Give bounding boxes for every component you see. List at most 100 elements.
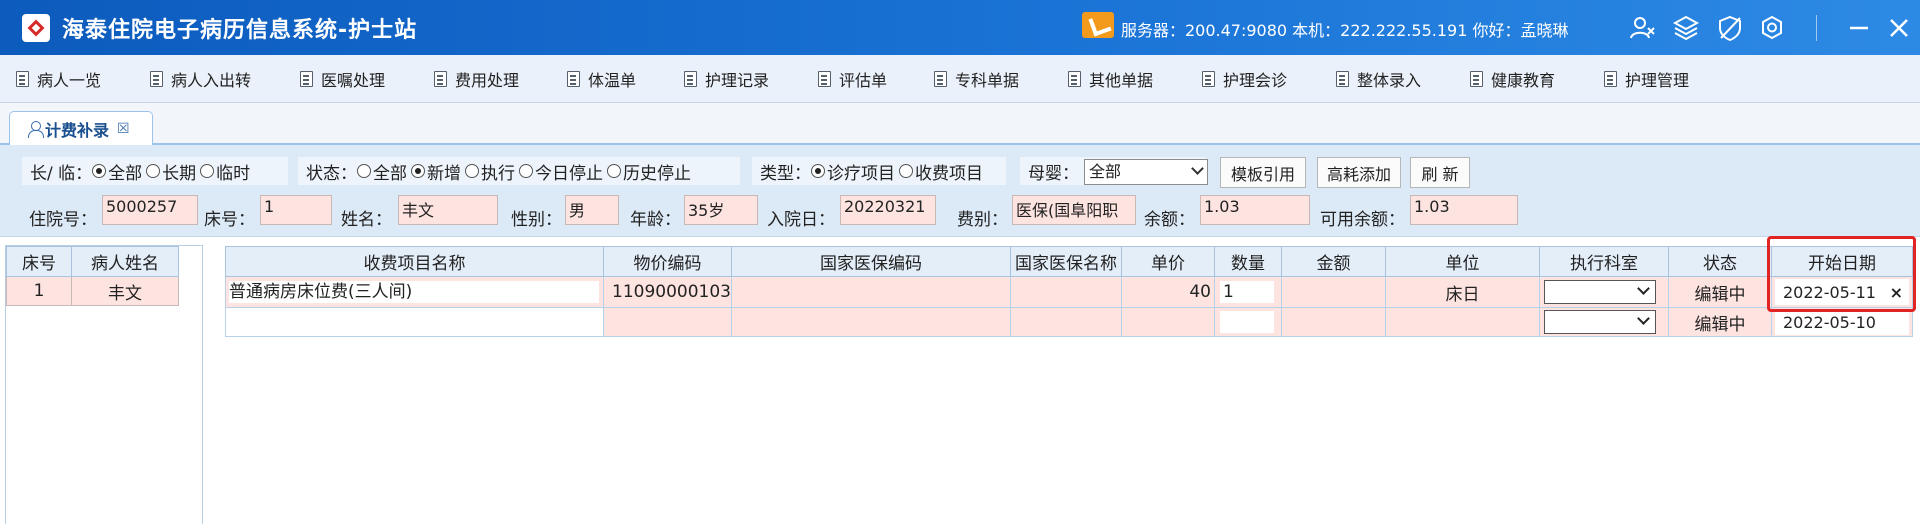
clear-date-icon[interactable]: × xyxy=(1890,283,1903,302)
exec-dept-select[interactable] xyxy=(1544,310,1656,334)
fee-items-table: 收费项目名称 物价编码 国家医保编码 国家医保名称 单价 数量 金额 单位 执行… xyxy=(225,246,1913,337)
type-filter: 类型： 诊疗项目 收费项目 xyxy=(752,157,1006,185)
start-date-cell[interactable]: 2022-05-11 × xyxy=(1771,276,1913,308)
dept-cell[interactable] xyxy=(1539,307,1669,337)
tab-close-icon[interactable]: ☒ xyxy=(117,121,130,137)
user-icon xyxy=(28,120,44,138)
titlebar-separator xyxy=(1816,15,1817,41)
radio-temporary[interactable]: 临时 xyxy=(200,159,250,184)
fee-type-field[interactable]: 医保(国阜阳职 xyxy=(1012,195,1136,225)
amount-cell xyxy=(1281,307,1386,337)
menu-fees[interactable]: 费用处理 xyxy=(434,68,519,90)
minimize-icon[interactable] xyxy=(1845,14,1873,42)
bed-field[interactable]: 1 xyxy=(260,195,332,225)
refresh-button[interactable]: 刷 新 xyxy=(1410,157,1470,188)
radio-long-term[interactable]: 长期 xyxy=(146,159,196,184)
menu-temperature-chart[interactable]: 体温单 xyxy=(567,68,636,90)
filter-panel: 长/ 临： 全部 长期 临时 状态： 全部 新增 执行 今日停止 历史停止 类型… xyxy=(0,145,1920,237)
exec-dept-select[interactable] xyxy=(1544,280,1656,304)
table-row[interactable]: 编辑中 2022-05-10 xyxy=(225,307,1913,337)
column-header: 单位 xyxy=(1385,246,1540,277)
admission-no-field[interactable]: 5000257 xyxy=(102,195,198,225)
tab-fee-supplement[interactable]: 计费补录 ☒ xyxy=(9,111,153,145)
table-row[interactable]: 1 丰文 xyxy=(6,276,179,306)
item-name-cell[interactable] xyxy=(225,307,604,337)
quantity-cell[interactable]: 1 xyxy=(1214,276,1282,308)
close-window-icon[interactable] xyxy=(1885,14,1913,42)
column-header: 开始日期 xyxy=(1771,246,1913,277)
quantity-cell[interactable] xyxy=(1214,307,1282,337)
nhs-name-cell xyxy=(1010,276,1122,308)
admit-date-field[interactable]: 20220321 xyxy=(840,195,936,225)
bed-list-panel: 床号 病人姓名 1 丰文 xyxy=(5,245,203,524)
dept-cell[interactable] xyxy=(1539,276,1669,308)
document-icon xyxy=(300,71,313,87)
nhs-code-cell xyxy=(731,276,1011,308)
menu-patient-list[interactable]: 病人一览 xyxy=(16,68,101,90)
radio-type-treatment[interactable]: 诊疗项目 xyxy=(811,159,895,184)
item-name-cell[interactable]: 普通病房床位费(三人间) xyxy=(225,276,604,308)
status-filter: 状态： 全部 新增 执行 今日停止 历史停止 xyxy=(298,157,740,185)
radio-unchecked-icon xyxy=(519,164,533,178)
start-date-cell[interactable]: 2022-05-10 xyxy=(1771,307,1913,337)
balance-field[interactable]: 1.03 xyxy=(1200,195,1310,225)
document-icon xyxy=(934,71,947,87)
radio-status-new[interactable]: 新增 xyxy=(411,159,461,184)
document-icon xyxy=(434,71,447,87)
quantity-input[interactable]: 1 xyxy=(1220,281,1274,303)
age-field[interactable]: 35岁 xyxy=(684,195,758,225)
chevron-down-icon xyxy=(1637,282,1650,295)
start-date-input[interactable]: 2022-05-11 × xyxy=(1775,279,1909,305)
radio-long-temp-all[interactable]: 全部 xyxy=(92,159,142,184)
tab-strip: 计费补录 ☒ xyxy=(0,103,1920,145)
radio-type-charge[interactable]: 收费项目 xyxy=(899,159,983,184)
radio-unchecked-icon xyxy=(899,164,913,178)
unit-price-cell: 40 xyxy=(1121,276,1215,308)
title-bar: 海泰住院电子病历信息系统-护士站 服务器：200.47:9080 本机：222.… xyxy=(0,0,1920,55)
patient-name-column-header: 病人姓名 xyxy=(71,246,179,277)
user-switch-icon[interactable] xyxy=(1628,14,1656,42)
app-logo-icon xyxy=(22,14,50,42)
item-name-input[interactable]: 普通病房床位费(三人间) xyxy=(229,281,599,303)
radio-status-stopped-history[interactable]: 历史停止 xyxy=(607,159,691,184)
menu-admission-transfer[interactable]: 病人入出转 xyxy=(150,68,251,90)
menu-batch-entry[interactable]: 整体录入 xyxy=(1336,68,1421,90)
high-cost-add-button[interactable]: 高耗添加 xyxy=(1317,157,1401,188)
radio-status-stopped-today[interactable]: 今日停止 xyxy=(519,159,603,184)
layers-icon[interactable] xyxy=(1672,14,1700,42)
menu-nursing-management[interactable]: 护理管理 xyxy=(1604,68,1689,90)
bed-column-header: 床号 xyxy=(6,246,72,277)
mother-baby-select[interactable]: 全部 xyxy=(1084,159,1208,185)
quantity-input[interactable] xyxy=(1220,311,1274,333)
radio-status-all[interactable]: 全部 xyxy=(357,159,407,184)
menu-other-forms[interactable]: 其他单据 xyxy=(1068,68,1153,90)
radio-unchecked-icon xyxy=(146,164,161,178)
start-date-input[interactable]: 2022-05-10 xyxy=(1775,309,1909,335)
table-row[interactable]: 普通病房床位费(三人间) 11090000103 40 1 床日 编辑中 202… xyxy=(225,276,1913,308)
app-title: 海泰住院电子病历信息系统-护士站 xyxy=(62,18,418,43)
patient-name-cell: 丰文 xyxy=(71,276,179,306)
admission-no-label: 住院号： xyxy=(29,210,97,230)
shield-off-icon[interactable] xyxy=(1716,14,1744,42)
name-field[interactable]: 丰文 xyxy=(398,195,498,225)
radio-unchecked-icon xyxy=(200,164,215,178)
column-header: 单价 xyxy=(1121,246,1215,277)
menu-specialty-forms[interactable]: 专科单据 xyxy=(934,68,1019,90)
menu-nursing-consult[interactable]: 护理会诊 xyxy=(1202,68,1287,90)
template-button[interactable]: 模板引用 xyxy=(1220,157,1306,188)
unit-cell: 床日 xyxy=(1385,276,1540,308)
admit-date-label: 入院日： xyxy=(767,210,835,230)
radio-status-executing[interactable]: 执行 xyxy=(465,159,515,184)
menu-assessment[interactable]: 评估单 xyxy=(818,68,887,90)
available-balance-field[interactable]: 1.03 xyxy=(1410,195,1518,225)
menu-nursing-records[interactable]: 护理记录 xyxy=(684,68,769,90)
document-icon xyxy=(1336,71,1349,87)
document-icon xyxy=(150,71,163,87)
menu-orders[interactable]: 医嘱处理 xyxy=(300,68,385,90)
sex-field[interactable]: 男 xyxy=(565,195,619,225)
column-header: 数量 xyxy=(1214,246,1282,277)
name-label: 姓名： xyxy=(341,210,392,230)
column-header: 国家医保编码 xyxy=(731,246,1011,277)
settings-icon[interactable] xyxy=(1758,14,1786,42)
menu-health-education[interactable]: 健康教育 xyxy=(1470,68,1555,90)
